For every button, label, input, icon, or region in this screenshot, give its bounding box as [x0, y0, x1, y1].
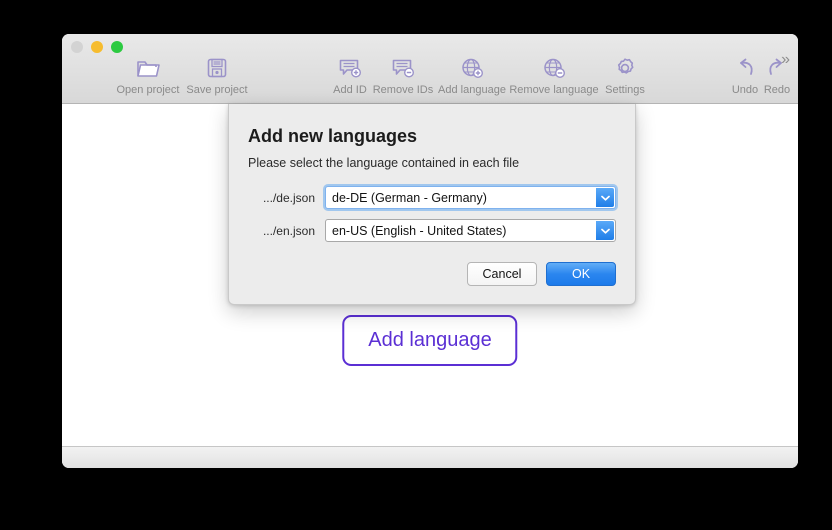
app-window: Open project Save project Add ID Remove … [62, 34, 798, 468]
toolbar-overflow-button[interactable]: » [781, 52, 790, 68]
close-button[interactable] [71, 41, 83, 53]
toolbar-label: Add language [438, 84, 506, 96]
window-controls [71, 41, 123, 53]
device-frame: Open project Save project Add ID Remove … [14, 10, 818, 520]
status-bar [62, 446, 798, 468]
toolbar-label: Redo [763, 84, 791, 96]
chevron-down-icon[interactable] [596, 188, 614, 207]
language-select-en[interactable]: en-US (English - United States) [325, 219, 616, 242]
dialog-subtitle: Please select the language contained in … [248, 156, 520, 170]
language-row: .../en.json en-US (English - United Stat… [248, 219, 616, 242]
add-language-button[interactable]: Add language [342, 315, 518, 366]
toolbar: Open project Save project Add ID Remove … [62, 34, 798, 104]
gear-icon [613, 55, 637, 81]
ok-button[interactable]: OK [546, 262, 616, 286]
language-select-value: de-DE (German - Germany) [332, 190, 487, 205]
dialog-title: Add new languages [248, 126, 418, 146]
toolbar-items: Open project Save project Add ID Remove … [62, 55, 798, 103]
toolbar-button-settings[interactable]: Settings [577, 55, 673, 97]
toolbar-label: Settings [605, 84, 645, 96]
globe-minus-icon [542, 55, 567, 81]
dialog-actions: Cancel OK [248, 262, 616, 286]
language-select-de[interactable]: de-DE (German - Germany) [325, 186, 616, 209]
add-new-languages-dialog: Add new languages Please select the lang… [228, 104, 636, 305]
language-row: .../de.json de-DE (German - Germany) [248, 186, 616, 209]
minimize-button[interactable] [91, 41, 103, 53]
toolbar-button-save-project[interactable]: Save project [169, 55, 265, 97]
globe-plus-icon [460, 55, 485, 81]
language-select-value: en-US (English - United States) [332, 223, 507, 238]
cancel-button[interactable]: Cancel [467, 262, 537, 286]
folder-icon [135, 55, 161, 81]
floppy-disk-icon [206, 55, 228, 81]
speech-bubble-minus-icon [391, 55, 416, 81]
maximize-button[interactable] [111, 41, 123, 53]
chevron-down-icon[interactable] [596, 221, 614, 240]
file-path-label: .../de.json [262, 190, 315, 205]
toolbar-label: Save project [186, 84, 248, 96]
file-path-label: .../en.json [262, 223, 315, 238]
content-area: Drag & drop JSON files or folders here A… [62, 104, 798, 448]
